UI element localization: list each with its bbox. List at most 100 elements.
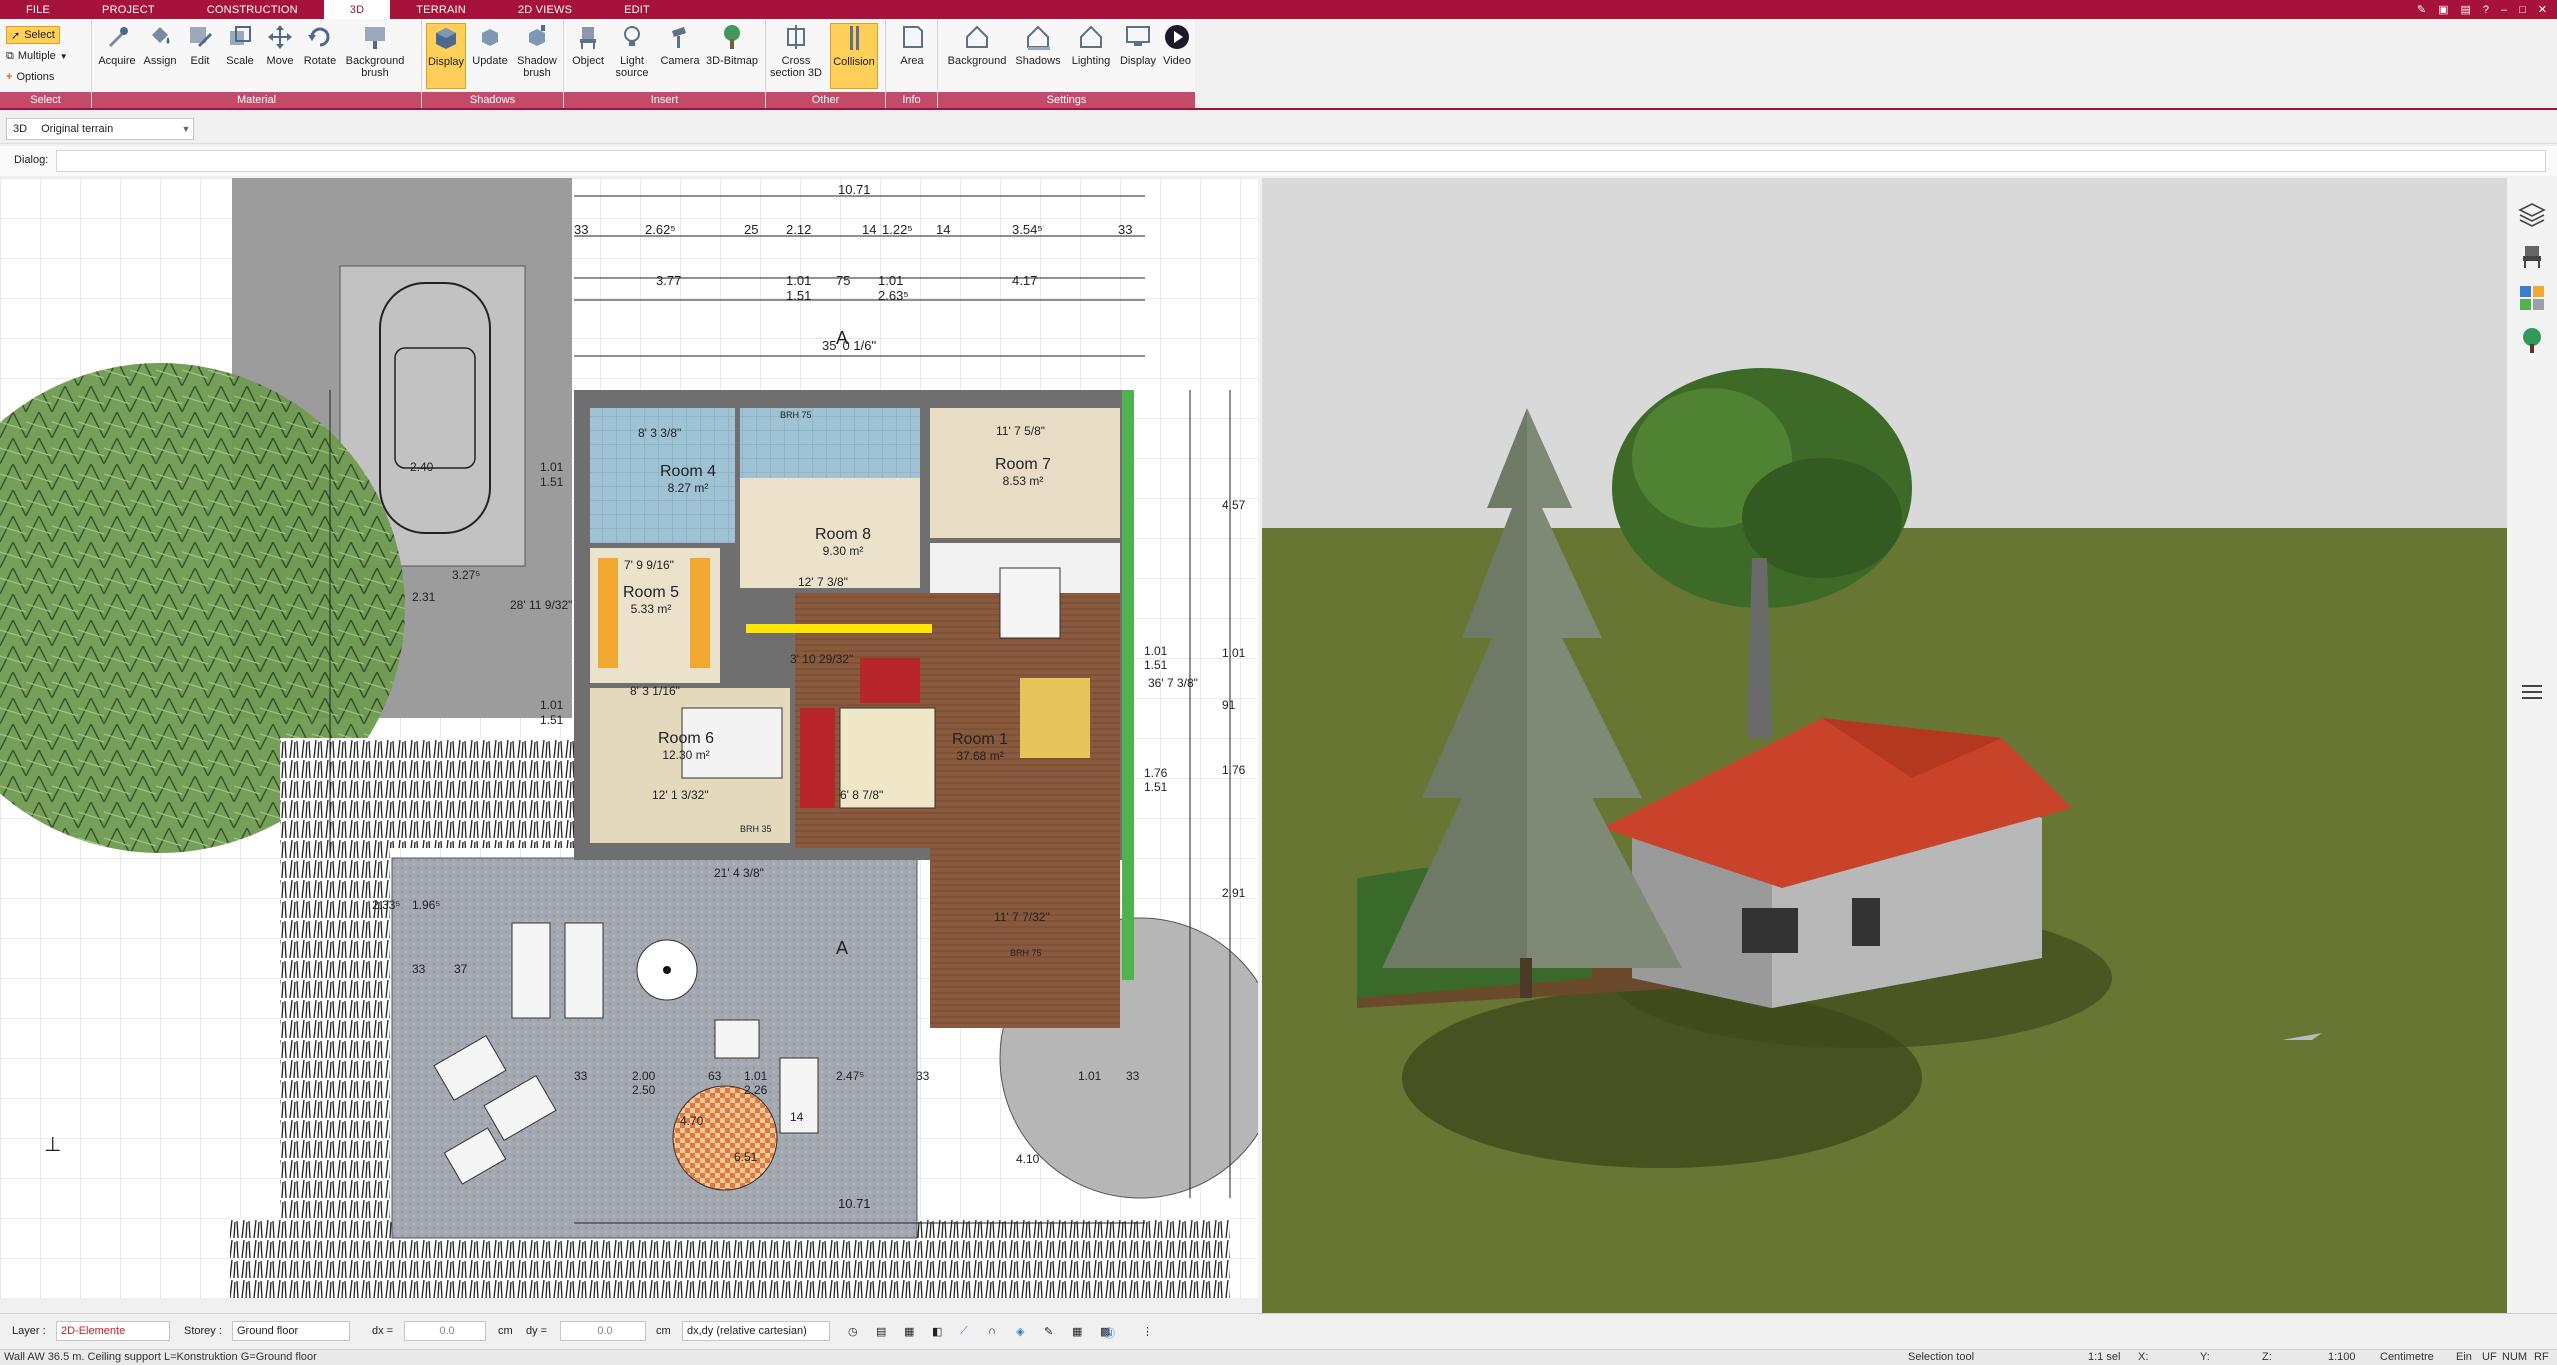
dim-bottom: 33 [574, 1069, 588, 1083]
cross-section-3d-button[interactable]: Cross section 3D [770, 23, 822, 89]
minimize-icon[interactable]: – [2501, 4, 2507, 16]
cross-section-icon [787, 25, 805, 49]
maximize-icon[interactable]: □ [2519, 4, 2526, 16]
angle-icon[interactable]: ⟋ [960, 1325, 968, 1338]
shadow-brush-icon [529, 25, 545, 46]
play-icon [1165, 25, 1189, 49]
3d-view[interactable] [1262, 178, 2507, 1313]
north-icon[interactable]: Ⓝ [1104, 1325, 1115, 1341]
hamburger-menu-icon[interactable] [2518, 678, 2546, 706]
dim-top-seg: 1.01 [786, 273, 812, 288]
rotate-button[interactable]: Rotate [300, 23, 340, 89]
cube-refresh-icon [482, 29, 498, 46]
dim-bottom: 37 [454, 962, 468, 976]
clock-icon[interactable]: ◷ [848, 1325, 858, 1338]
insert-3d-bitmap-button[interactable]: 3D-Bitmap [702, 23, 762, 89]
active-tool: Selection tool [1908, 1351, 1975, 1363]
menu-tab-terrain[interactable]: TERRAIN [390, 0, 492, 19]
house-light-icon [1080, 25, 1102, 48]
scale-button[interactable]: Scale [220, 23, 260, 89]
menu-tab-file[interactable]: FILE [0, 0, 76, 19]
background-brush-button[interactable]: Background brush [340, 23, 410, 89]
dim-top-total: 10.71 [838, 182, 871, 197]
dialog-label: Dialog: [14, 154, 49, 166]
background-settings-button[interactable]: Background [942, 23, 1012, 89]
menu-tab-project[interactable]: PROJECT [76, 0, 181, 19]
ein-indicator: Ein [2456, 1351, 2472, 1363]
coordinate-mode-select[interactable]: dx,dy (relative cartesian) [682, 1321, 830, 1341]
dialog-input[interactable] [56, 150, 2546, 172]
insert-camera-button[interactable]: Camera [658, 23, 702, 89]
collision-button[interactable]: Collision [830, 23, 878, 89]
dim-bottom: 33 [916, 1069, 930, 1083]
window-label: BRH 35 [740, 824, 772, 834]
assign-button[interactable]: Assign [140, 23, 180, 89]
more-options-icon[interactable]: ⋮ [1142, 1325, 1153, 1338]
area-button[interactable]: Area [890, 23, 934, 89]
layer-select[interactable]: 2D-Elemente [56, 1321, 170, 1341]
room-label-6[interactable]: Room 6 12.30 m² [658, 730, 714, 762]
room-label-8[interactable]: Room 8 9.30 m² [815, 526, 871, 558]
insert-light-source-button[interactable]: Light source [608, 23, 656, 89]
section-marker: A [836, 938, 849, 958]
select-button[interactable]: ➚ Select [6, 26, 60, 44]
close-icon[interactable]: ✕ [2538, 3, 2547, 16]
multiple-dropdown[interactable]: ⧉ Multiple ▼ [6, 47, 68, 65]
dx-input[interactable]: 0.0 [404, 1321, 486, 1341]
dim-top-seg: 14 [862, 222, 877, 237]
plus-icon: + [6, 71, 13, 83]
pen-icon[interactable]: ✎ [1044, 1325, 1053, 1338]
snap-icon[interactable]: ▤ [876, 1325, 886, 1338]
ribbon-group-settings: Background Shadows Lighting Display Vide… [938, 19, 1195, 109]
shadows-update-button[interactable]: Update [468, 23, 512, 89]
room-label-1[interactable]: Room 1 37.68 m² [952, 731, 1008, 763]
video-button[interactable]: Video [1160, 23, 1194, 89]
shadow-brush-button[interactable]: Shadow brush [514, 23, 560, 89]
lock-icon[interactable]: ▦ [904, 1325, 914, 1338]
shadows-settings-button[interactable]: Shadows [1012, 23, 1064, 89]
dy-input[interactable]: 0.0 [560, 1321, 646, 1341]
plants-catalog-icon[interactable] [2518, 326, 2546, 354]
lighting-settings-button[interactable]: Lighting [1066, 23, 1116, 89]
ortho-icon[interactable]: ◧ [932, 1325, 942, 1338]
magnet-icon[interactable]: ∩ [988, 1325, 996, 1337]
insert-object-button[interactable]: Object [568, 23, 608, 89]
menu-tab-edit[interactable]: EDIT [598, 0, 676, 19]
layers-icon[interactable] [2518, 200, 2546, 228]
acquire-button[interactable]: Acquire [94, 23, 140, 89]
dim-top-seg: 1.51 [786, 288, 812, 303]
materials-palette-icon[interactable] [2518, 284, 2546, 312]
catch-icon[interactable]: ◈ [1016, 1325, 1024, 1338]
options-button[interactable]: + Options [6, 68, 54, 86]
dim-bottom: 2.26 [744, 1083, 768, 1097]
view-mode-label: 3D [13, 123, 28, 135]
lock-icon[interactable]: ▣ [2438, 3, 2448, 16]
settings-icon[interactable]: ▤ [2460, 3, 2470, 16]
menu-tab-3d[interactable]: 3D [323, 0, 391, 19]
dim-top-seg: 3.77 [656, 273, 682, 288]
selected-wall[interactable] [746, 624, 932, 633]
dim-left: 1.01 [540, 698, 564, 712]
dim-bottom: 63 [708, 1069, 722, 1083]
move-button[interactable]: Move [260, 23, 300, 89]
dim-top-seg: 25 [744, 222, 759, 237]
menu-tab-2d-views[interactable]: 2D VIEWS [492, 0, 598, 19]
display-settings-button[interactable]: Display [1116, 23, 1160, 89]
floor-plan-view[interactable]: 10.71 2.62⁵ 25 2.12 14 1.22⁵ 14 3.54⁵ 33… [0, 178, 1258, 1298]
edit-material-button[interactable]: Edit [180, 23, 220, 89]
layer-label: Layer : [12, 1325, 46, 1337]
help-icon[interactable]: ? [2483, 4, 2489, 16]
chair-catalog-icon[interactable] [2518, 242, 2546, 270]
room-label-5[interactable]: Room 5 5.33 m² [623, 584, 679, 616]
room-label-4[interactable]: Room 4 8.27 m² [660, 463, 716, 495]
shadows-display-button[interactable]: Display [426, 23, 466, 89]
room-label-7[interactable]: Room 7 8.53 m² [995, 456, 1051, 488]
tools-icon[interactable]: ✎ [2417, 3, 2426, 16]
rf-indicator: RF [2534, 1351, 2549, 1363]
terrain-combo[interactable]: 3D Original terrain ▼ [6, 118, 194, 140]
area-icon [903, 26, 923, 48]
grid-icon[interactable]: ▦ [1072, 1325, 1082, 1338]
menu-tab-construction[interactable]: CONSTRUCTION [181, 0, 324, 19]
status-message: Wall AW 36.5 m. Ceiling support L=Konstr… [4, 1351, 317, 1363]
storey-select[interactable]: Ground floor [232, 1321, 350, 1341]
